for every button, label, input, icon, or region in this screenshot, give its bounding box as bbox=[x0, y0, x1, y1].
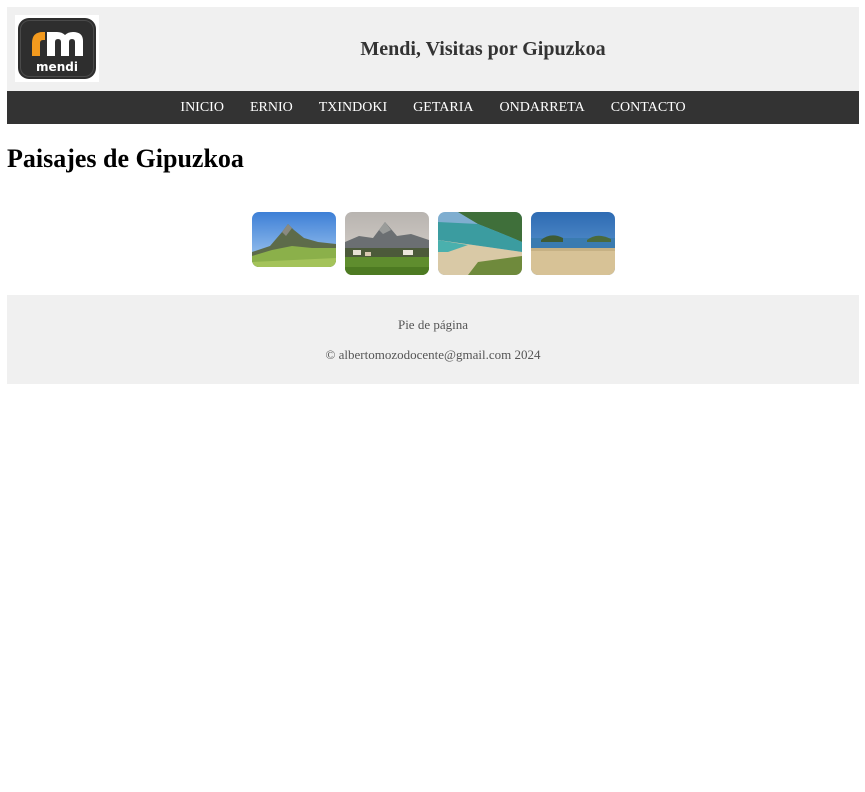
site-footer: Pie de página © albertomozodocente@gmail… bbox=[7, 295, 859, 384]
main-nav: INICIO ERNIO TXINDOKI GETARIA ONDARRETA … bbox=[7, 91, 859, 124]
nav-link-ernio[interactable]: ERNIO bbox=[250, 91, 293, 124]
txindoki-landscape-image[interactable] bbox=[344, 212, 429, 275]
nav-link-inicio[interactable]: INICIO bbox=[180, 91, 224, 124]
footer-copyright: © albertomozodocente@gmail.com 2024 bbox=[325, 347, 541, 362]
nav-link-contacto[interactable]: CONTACTO bbox=[611, 91, 686, 124]
page-title: Paisajes de Gipuzkoa bbox=[7, 144, 244, 173]
site-header: mendi Mendi, Visitas por Gipuzkoa bbox=[7, 7, 859, 91]
nav-link-getaria[interactable]: GETARIA bbox=[413, 91, 473, 124]
page: mendi Mendi, Visitas por Gipuzkoa INICIO… bbox=[7, 7, 859, 384]
ondarreta-beach-image[interactable] bbox=[530, 212, 615, 275]
site-title: Mendi, Visitas por Gipuzkoa bbox=[360, 37, 606, 60]
footer-label: Pie de página bbox=[397, 317, 469, 332]
nav-link-ondarreta[interactable]: ONDARRETA bbox=[500, 91, 585, 124]
main-content: Paisajes de Gipuzkoa bbox=[7, 124, 859, 275]
ernio-landscape-image[interactable] bbox=[251, 212, 336, 267]
image-gallery bbox=[7, 212, 859, 275]
nav-link-txindoki[interactable]: TXINDOKI bbox=[319, 91, 387, 124]
getaria-beach-image[interactable] bbox=[437, 212, 522, 275]
